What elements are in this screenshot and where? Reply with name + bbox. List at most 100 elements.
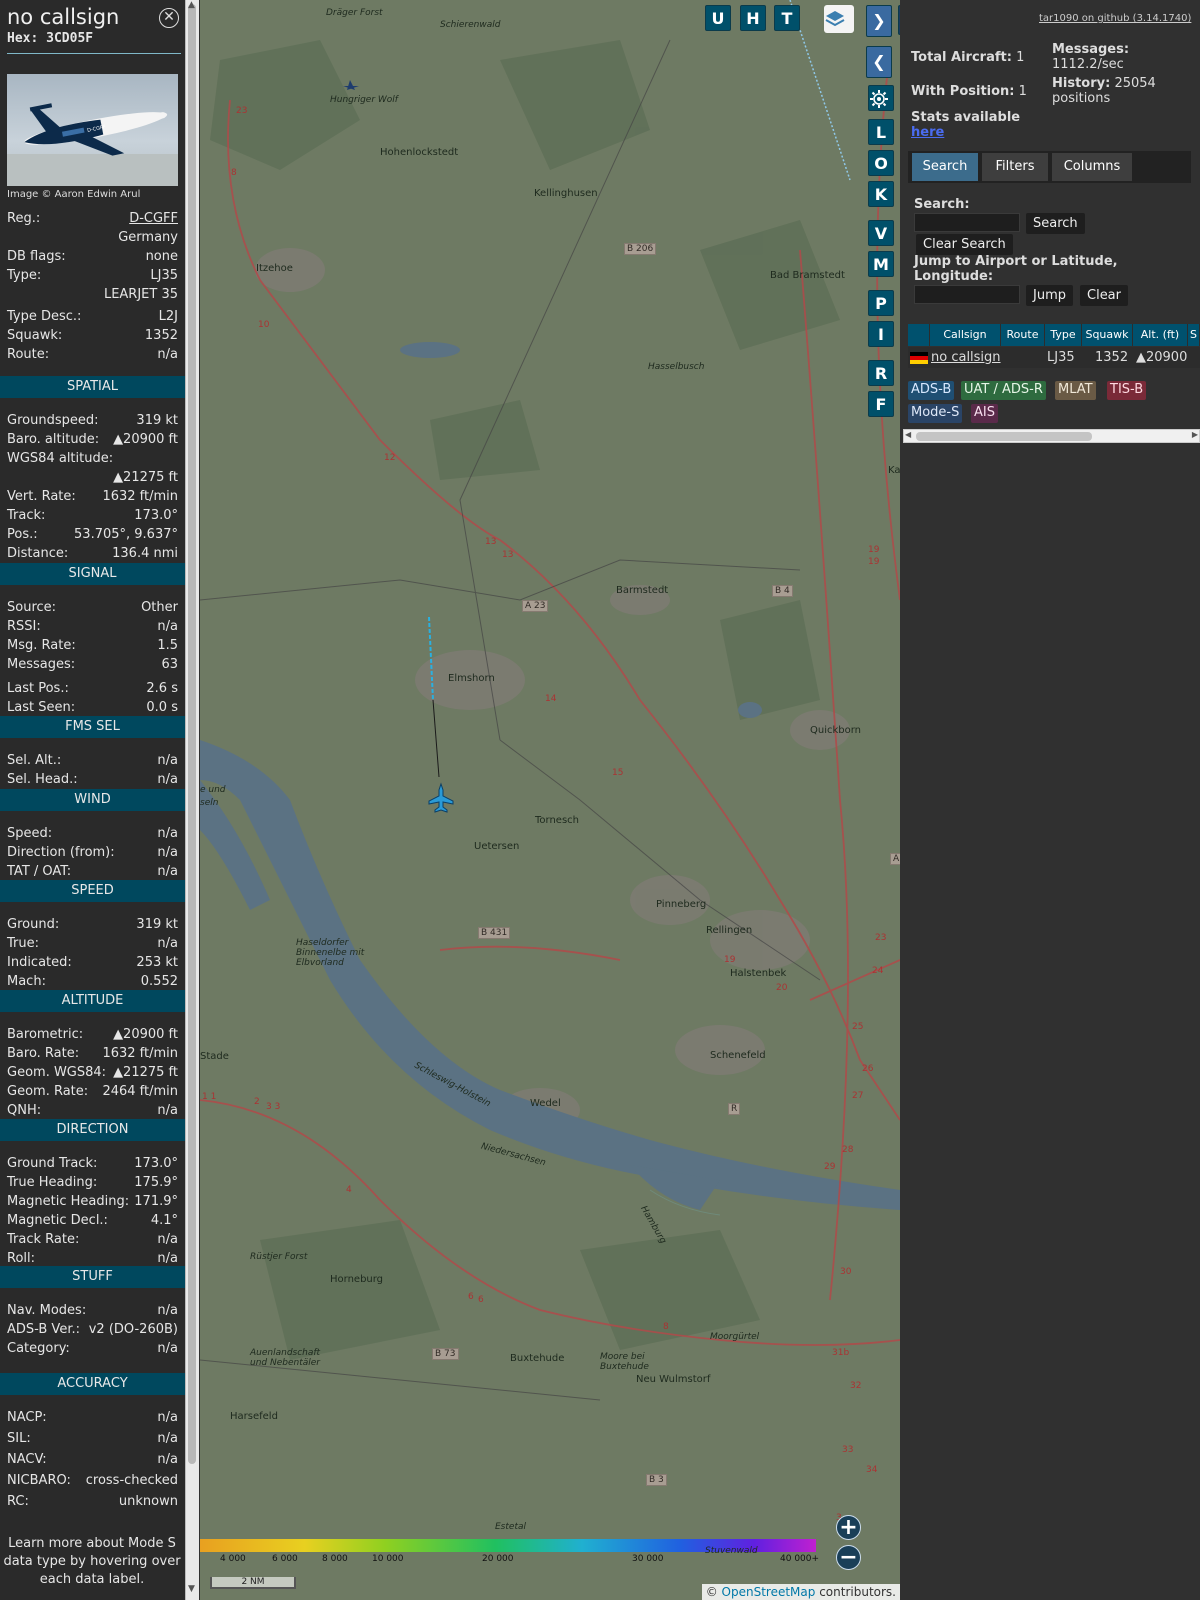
map-toggle-v-button[interactable]: V bbox=[868, 220, 894, 246]
close-icon[interactable]: ✕ bbox=[159, 8, 179, 28]
info-value: n/a bbox=[157, 753, 178, 768]
map-toggle-p-button[interactable]: P bbox=[868, 290, 894, 316]
registration-link[interactable]: D-CGFF bbox=[129, 211, 178, 226]
info-label[interactable]: QNH: bbox=[7, 1103, 41, 1118]
horizontal-scrollbar-thumb[interactable] bbox=[916, 432, 1092, 441]
jump-input[interactable] bbox=[914, 285, 1020, 304]
type-column-header[interactable]: Type bbox=[1045, 324, 1082, 346]
flag-column-header[interactable] bbox=[908, 324, 930, 346]
info-label[interactable]: NACP: bbox=[7, 1410, 47, 1425]
map-toggle-m-button[interactable]: M bbox=[868, 251, 894, 277]
info-label[interactable]: Sel. Alt.: bbox=[7, 753, 61, 768]
info-label[interactable]: Magnetic Decl.: bbox=[7, 1213, 108, 1228]
callsign-column-header[interactable]: Callsign bbox=[930, 324, 1001, 346]
info-label[interactable]: Speed: bbox=[7, 826, 52, 841]
prev-aircraft-button[interactable]: ❮ bbox=[866, 46, 892, 78]
info-label[interactable]: Sel. Head.: bbox=[7, 772, 78, 787]
info-label[interactable]: Last Pos.: bbox=[7, 681, 69, 696]
tab-search[interactable]: Search bbox=[912, 153, 978, 181]
info-label[interactable]: Vert. Rate: bbox=[7, 489, 76, 504]
source-badge[interactable]: UAT / ADS-R bbox=[961, 381, 1046, 400]
info-label[interactable]: WGS84 altitude: bbox=[7, 451, 113, 466]
osm-link[interactable]: OpenStreetMap bbox=[722, 1585, 816, 1599]
layers-button[interactable] bbox=[824, 5, 854, 33]
scroll-down-arrow-icon[interactable]: ▼ bbox=[188, 1584, 195, 1594]
map-toggle-u-button[interactable]: U bbox=[705, 5, 731, 31]
info-label[interactable]: Geom. WGS84: bbox=[7, 1065, 106, 1080]
info-row: Nav. Modes: n/a bbox=[7, 1303, 178, 1321]
place-label: Horneburg bbox=[330, 1274, 384, 1285]
scroll-right-arrow-icon[interactable]: ▶ bbox=[1192, 430, 1198, 439]
info-label[interactable]: Groundspeed: bbox=[7, 413, 98, 428]
info-label[interactable]: ADS-B Ver.: bbox=[7, 1322, 80, 1337]
search-input[interactable] bbox=[914, 213, 1020, 232]
aircraft-photo[interactable]: D-CGFF bbox=[7, 74, 178, 186]
source-badge[interactable]: ADS-B bbox=[908, 381, 955, 400]
stats-here-link[interactable]: here bbox=[911, 125, 944, 140]
row-callsign-link[interactable]: no callsign bbox=[931, 349, 1001, 367]
info-label[interactable]: Track Rate: bbox=[7, 1232, 79, 1247]
info-label[interactable]: Geom. Rate: bbox=[7, 1084, 88, 1099]
map-toggle-r-button[interactable]: R bbox=[868, 360, 894, 386]
info-label[interactable]: Messages: bbox=[7, 657, 75, 672]
info-label[interactable]: Baro. Rate: bbox=[7, 1046, 79, 1061]
next-aircraft-button[interactable]: ❯ bbox=[866, 5, 892, 37]
altitude-column-header[interactable]: Alt. (ft) bbox=[1133, 324, 1188, 346]
source-badge[interactable]: Mode-S bbox=[908, 404, 963, 423]
info-label[interactable]: TAT / OAT: bbox=[7, 864, 71, 879]
map-toggle-o-button[interactable]: O bbox=[868, 150, 894, 176]
info-label[interactable]: Ground Track: bbox=[7, 1156, 97, 1171]
settings-button[interactable] bbox=[868, 85, 894, 111]
clear-search-button[interactable]: Clear Search bbox=[916, 234, 1013, 255]
info-label[interactable]: Ground: bbox=[7, 917, 59, 932]
map-toggle-k-button[interactable]: K bbox=[868, 181, 894, 207]
info-label[interactable]: NACV: bbox=[7, 1452, 47, 1467]
info-label[interactable]: Distance: bbox=[7, 546, 68, 561]
info-label[interactable]: Track: bbox=[7, 508, 45, 523]
info-label[interactable]: Indicated: bbox=[7, 955, 72, 970]
speed-column-header[interactable]: S bbox=[1188, 324, 1200, 346]
scroll-up-arrow-icon[interactable]: ▲ bbox=[188, 0, 195, 10]
route-column-header[interactable]: Route bbox=[1001, 324, 1045, 346]
info-label[interactable]: Category: bbox=[7, 1341, 70, 1356]
squawk-column-header[interactable]: Squawk bbox=[1082, 324, 1133, 346]
info-label[interactable]: RC: bbox=[7, 1494, 29, 1509]
clear-jump-button[interactable]: Clear bbox=[1080, 285, 1128, 306]
info-label[interactable]: Barometric: bbox=[7, 1027, 83, 1042]
info-label[interactable]: Source: bbox=[7, 600, 56, 615]
map-toggle-t-button[interactable]: T bbox=[774, 5, 800, 31]
map-toggle-i-button[interactable]: I bbox=[868, 321, 894, 347]
jump-button[interactable]: Jump bbox=[1026, 285, 1073, 306]
map-toggle-l-button[interactable]: L bbox=[868, 119, 894, 145]
info-label[interactable]: True Heading: bbox=[7, 1175, 97, 1190]
source-badge[interactable]: AIS bbox=[971, 404, 998, 423]
map-view[interactable]: Dräger Forst Schierenwald Hungriger Wolf… bbox=[200, 0, 900, 1600]
info-label[interactable]: Roll: bbox=[7, 1251, 35, 1266]
info-label[interactable]: SIL: bbox=[7, 1431, 31, 1446]
section-header-signal: SIGNAL bbox=[0, 563, 185, 585]
info-label[interactable]: RSSI: bbox=[7, 619, 41, 634]
info-label[interactable]: Magnetic Heading: bbox=[7, 1194, 129, 1209]
map-toggle-f-button[interactable]: F bbox=[868, 391, 894, 417]
info-label[interactable]: Msg. Rate: bbox=[7, 638, 76, 653]
info-label[interactable]: Direction (from): bbox=[7, 845, 115, 860]
info-label[interactable]: Mach: bbox=[7, 974, 46, 989]
zoom-in-button[interactable]: + bbox=[836, 1515, 861, 1540]
map-toggle-h-button[interactable]: H bbox=[740, 5, 766, 31]
zoom-out-button[interactable]: − bbox=[836, 1545, 861, 1570]
source-badge[interactable]: TIS-B bbox=[1107, 381, 1147, 400]
info-label[interactable]: Last Seen: bbox=[7, 700, 75, 715]
info-label[interactable]: True: bbox=[7, 936, 39, 951]
tab-columns[interactable]: Columns bbox=[1052, 153, 1132, 181]
tab-filters[interactable]: Filters bbox=[982, 153, 1048, 181]
search-button[interactable]: Search bbox=[1026, 213, 1085, 234]
source-badge[interactable]: MLAT bbox=[1055, 381, 1096, 400]
info-label[interactable]: Pos.: bbox=[7, 527, 38, 542]
scroll-left-arrow-icon[interactable]: ◀ bbox=[905, 430, 911, 439]
info-label[interactable]: NICBARO: bbox=[7, 1473, 71, 1488]
version-link[interactable]: tar1090 on github (3.14.1740) bbox=[1039, 13, 1191, 24]
table-horizontal-scrollbar[interactable]: ◀ ▶ bbox=[903, 429, 1200, 443]
left-panel-scrollbar-thumb[interactable] bbox=[188, 4, 196, 1464]
info-label[interactable]: Nav. Modes: bbox=[7, 1303, 86, 1318]
info-label[interactable]: Baro. altitude: bbox=[7, 432, 99, 447]
